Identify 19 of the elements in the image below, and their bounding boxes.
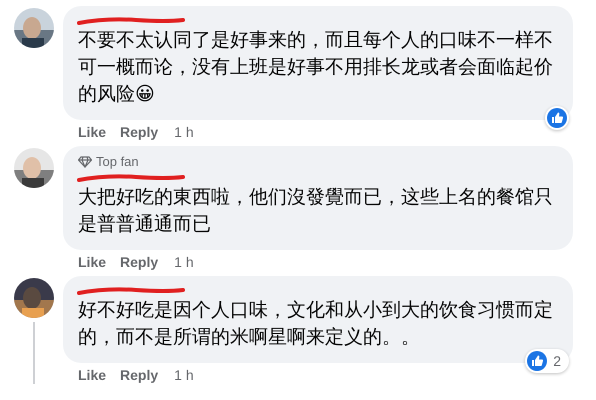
comment-text: 好不好吃是因个人口味，文化和从小到大的饮食习惯而定的，而不是所谓的米啊星啊来定义的。。	[78, 299, 554, 350]
reaction-badge[interactable]: 2	[525, 349, 569, 373]
comment-text: 大把好吃的東西啦，他们沒發覺而已，这些上名的餐馆只是普普通通而已	[78, 186, 554, 237]
timestamp: 1 h	[174, 123, 194, 141]
timestamp: 1 h	[174, 253, 194, 271]
action-link[interactable]: Like	[78, 123, 106, 141]
comment-text: 不要不太认同了是好事来的，而且每个人的口味不一样不可一概而论，没有上班是好事不用排长龙或者会面临起价的风险😀	[78, 29, 554, 107]
action-link[interactable]: Like	[78, 253, 106, 271]
action-link[interactable]: Reply	[120, 253, 158, 271]
diamond-icon	[78, 156, 92, 168]
thumbs-up-icon	[547, 108, 567, 128]
top-fan-label: Top fan	[96, 154, 139, 169]
action-link[interactable]: Reply	[120, 366, 158, 384]
thumbs-up-icon	[527, 351, 548, 371]
reaction-badge[interactable]	[545, 106, 569, 130]
action-link[interactable]: Like	[78, 366, 106, 384]
timestamp: 1 h	[174, 366, 194, 384]
reaction-count: 2	[553, 353, 562, 369]
action-link[interactable]: Reply	[120, 123, 158, 141]
